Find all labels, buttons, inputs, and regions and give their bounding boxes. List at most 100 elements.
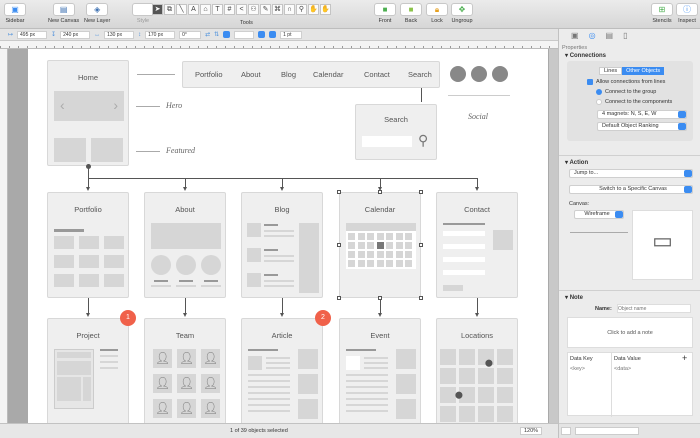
- tool-button[interactable]: T: [212, 4, 223, 15]
- front-button[interactable]: ■ Front: [374, 3, 396, 24]
- shadow-field[interactable]: [234, 30, 255, 39]
- tool-button[interactable]: ⚇: [248, 4, 259, 15]
- connection-point: [86, 164, 91, 169]
- flip-horizontal-icon[interactable]: ⇄: [205, 31, 210, 38]
- connect-group-radio[interactable]: [596, 89, 602, 95]
- nav-item[interactable]: Portfolio: [195, 70, 223, 79]
- tool-button[interactable]: ⌂: [200, 4, 211, 15]
- style-button[interactable]: Style: [132, 3, 154, 24]
- tool-button[interactable]: ⚲: [296, 4, 307, 15]
- tool-button[interactable]: A: [188, 4, 199, 15]
- object-name-input[interactable]: [617, 304, 691, 313]
- stencils-button[interactable]: ⊞ Stencils: [651, 3, 673, 24]
- tool-button[interactable]: ╲: [176, 4, 187, 15]
- note-header[interactable]: ▾ Note: [565, 294, 583, 301]
- arrow-head: [475, 187, 479, 191]
- data-value-cell[interactable]: <data>: [614, 366, 631, 372]
- height-field[interactable]: 170 px: [145, 30, 176, 39]
- properties-tab-icon[interactable]: ◎: [589, 31, 596, 40]
- nav-item[interactable]: Contact: [364, 70, 390, 79]
- nav-item[interactable]: Blog: [281, 70, 296, 79]
- placeholder-block: [405, 260, 412, 267]
- tool-button[interactable]: <: [236, 4, 247, 15]
- connect-components-label: Connect to the components: [605, 99, 673, 105]
- flip-vertical-icon[interactable]: ⇅: [214, 31, 219, 38]
- fill-color-well[interactable]: [223, 31, 231, 38]
- magnets-select[interactable]: 4 magnets: N, S, E, W: [597, 110, 687, 119]
- placeholder-block: [395, 242, 403, 249]
- tool-button[interactable]: ⌘: [272, 4, 283, 15]
- jump-target-select[interactable]: Switch to a Specific Canvas: [569, 185, 693, 194]
- rotation-field[interactable]: 0°: [179, 30, 202, 39]
- canvas-select[interactable]: Wireframe: [574, 210, 624, 219]
- card-project[interactable]: Project: [47, 318, 129, 428]
- tool-button[interactable]: ✋: [308, 4, 319, 15]
- action-select[interactable]: Jump to...: [569, 169, 693, 178]
- action-header[interactable]: ▾ Action: [565, 159, 588, 166]
- placeholder-block: 👤︎: [201, 349, 220, 368]
- stroke-width-field[interactable]: 1 pt: [280, 30, 303, 39]
- back-button[interactable]: ■ Back: [400, 3, 422, 24]
- other-objects-segment[interactable]: Other Objects: [622, 67, 665, 75]
- nav-bar[interactable]: Portfolio About Blog Calendar Contact Search: [182, 61, 440, 88]
- social-annotation: Social: [468, 112, 488, 121]
- placeholder-block: [54, 255, 74, 268]
- sidebar-button[interactable]: ▣ Sidebar: [4, 3, 26, 24]
- card-contact[interactable]: Contact: [436, 192, 518, 298]
- ranking-select[interactable]: Default Object Ranking: [597, 122, 687, 131]
- home-card[interactable]: Home ‹ ›: [47, 60, 129, 166]
- new-layer-button[interactable]: ◈ New Layer: [84, 3, 110, 24]
- ungroup-button[interactable]: ✥ Ungroup: [451, 3, 473, 24]
- connections-header[interactable]: ▾ Connections: [565, 52, 606, 59]
- add-row-button[interactable]: +: [682, 353, 687, 363]
- tool-button[interactable]: ∩: [284, 4, 295, 15]
- zoom-slider[interactable]: [570, 232, 628, 233]
- footer-button[interactable]: [561, 427, 571, 435]
- search-card[interactable]: Search ⚲: [355, 104, 437, 160]
- x-field[interactable]: 495 px: [17, 30, 48, 39]
- lines-segment[interactable]: Lines: [599, 67, 623, 75]
- search-input[interactable]: [362, 136, 412, 147]
- card-about[interactable]: About: [144, 192, 226, 298]
- width-field[interactable]: 130 px: [104, 30, 135, 39]
- document-tab-icon[interactable]: ▯: [623, 31, 627, 40]
- tool-button[interactable]: ⧉: [164, 4, 175, 15]
- placeholder-block: [266, 367, 290, 369]
- card-article[interactable]: Article: [241, 318, 323, 428]
- tool-button[interactable]: ✋: [320, 4, 331, 15]
- tool-button[interactable]: ✎: [260, 4, 271, 15]
- connect-components-radio[interactable]: [596, 99, 602, 105]
- object-tab-icon[interactable]: ▣: [571, 31, 579, 40]
- canvas-tab-icon[interactable]: ▤: [606, 31, 614, 40]
- allow-connections-checkbox[interactable]: [587, 79, 593, 85]
- placeholder-block: [151, 255, 171, 275]
- card-team[interactable]: Team 👤︎ 👤︎ 👤︎ 👤︎ 👤︎ 👤︎ 👤︎ 👤︎ 👤︎: [144, 318, 226, 428]
- placeholder-block: [201, 285, 221, 287]
- data-key-cell[interactable]: <key>: [570, 366, 585, 372]
- card-event[interactable]: Event: [339, 318, 421, 428]
- arrow-head: [475, 313, 479, 317]
- note-area[interactable]: Click to add a note: [567, 317, 693, 348]
- placeholder-block: [364, 357, 388, 359]
- nav-item[interactable]: Search: [408, 70, 432, 79]
- nav-item[interactable]: Calendar: [313, 70, 343, 79]
- placeholder-block: 👤︎: [153, 399, 172, 418]
- footer-field[interactable]: [575, 427, 639, 435]
- placeholder-block: [346, 223, 416, 231]
- card-portfolio[interactable]: Portfolio: [47, 192, 129, 298]
- inspect-button[interactable]: ⓘ Inspect: [676, 3, 698, 24]
- nav-item[interactable]: About: [241, 70, 261, 79]
- zoom-select[interactable]: 120%: [520, 427, 543, 435]
- card-locations[interactable]: Locations ⬤ ⬤: [436, 318, 518, 428]
- stroke-color-well[interactable]: [258, 31, 266, 38]
- placeholder-block: [459, 349, 475, 365]
- tool-button[interactable]: ➤: [152, 4, 163, 15]
- vertical-scrollbar[interactable]: [549, 49, 558, 423]
- lock-button[interactable]: 🔒︎ Lock: [426, 3, 448, 24]
- y-field[interactable]: 240 px: [60, 30, 91, 39]
- card-blog[interactable]: Blog: [241, 192, 323, 298]
- stroke-style-select[interactable]: [269, 31, 277, 38]
- new-canvas-button[interactable]: ▤ New Canvas: [48, 3, 79, 24]
- tool-button[interactable]: #: [224, 4, 235, 15]
- card-calendar[interactable]: Calendar: [339, 192, 421, 298]
